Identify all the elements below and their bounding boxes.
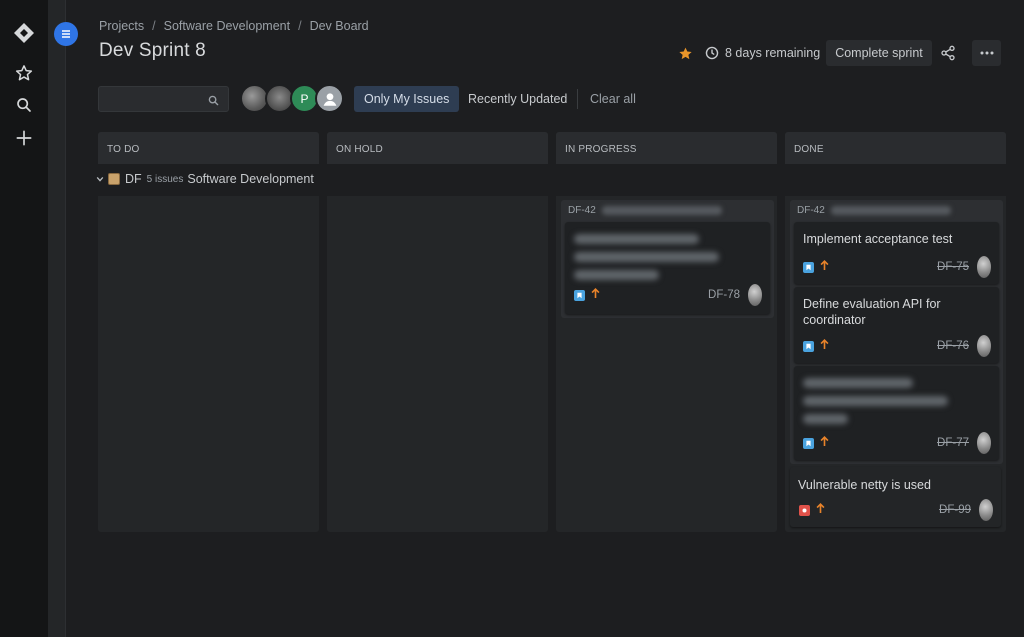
search-icon[interactable] bbox=[8, 89, 40, 121]
sidebar-collapsed bbox=[48, 0, 66, 637]
global-nav bbox=[0, 0, 48, 637]
swimlane-row bbox=[556, 164, 777, 196]
clock-icon bbox=[705, 45, 721, 61]
favorite-star-icon[interactable] bbox=[676, 44, 694, 62]
story-icon bbox=[803, 340, 814, 352]
page-title: Dev Sprint 8 bbox=[99, 40, 206, 61]
issue-key[interactable]: DF-77 bbox=[937, 437, 969, 449]
issue-summary-redacted bbox=[803, 375, 989, 432]
project-icon bbox=[108, 173, 120, 185]
priority-high-icon bbox=[591, 288, 600, 302]
avatar[interactable] bbox=[315, 84, 344, 113]
parent-issue-key: DF-42 bbox=[568, 205, 596, 216]
column-header-on-hold: ON HOLD bbox=[327, 132, 548, 164]
menu-icon[interactable] bbox=[54, 22, 78, 46]
priority-high-icon bbox=[820, 436, 829, 450]
breadcrumb-project[interactable]: Software Development bbox=[164, 19, 290, 33]
issue-card[interactable]: DF-78 bbox=[565, 222, 770, 314]
more-options-button[interactable] bbox=[972, 40, 1001, 66]
filter-recently-updated[interactable]: Recently Updated bbox=[458, 86, 577, 112]
assignee-avatar[interactable] bbox=[979, 499, 993, 521]
story-icon bbox=[803, 437, 814, 449]
column-header-todo: TO DO bbox=[98, 132, 319, 164]
priority-high-icon bbox=[820, 260, 829, 274]
issue-key[interactable]: DF-99 bbox=[939, 504, 971, 516]
parent-issue-summary-redacted bbox=[601, 206, 722, 215]
star-icon[interactable] bbox=[8, 57, 40, 89]
priority-high-icon bbox=[816, 503, 825, 517]
sprint-actions: 8 days remaining Complete sprint bbox=[676, 40, 932, 66]
assignee-avatars: P bbox=[240, 84, 344, 114]
complete-sprint-button[interactable]: Complete sprint bbox=[826, 40, 932, 66]
issue-key[interactable]: DF-75 bbox=[937, 261, 969, 273]
issue-card[interactable]: DF-77 bbox=[794, 366, 999, 460]
story-icon bbox=[574, 289, 585, 301]
chevron-down-icon[interactable] bbox=[96, 175, 106, 186]
card-footer: DF-99 bbox=[799, 499, 993, 521]
column-header-in-progress: IN PROGRESS bbox=[556, 132, 777, 164]
parent-issue-group: DF-42 DF-78 bbox=[561, 200, 774, 318]
breadcrumb-separator: / bbox=[152, 19, 156, 33]
issue-summary: Implement acceptance test bbox=[803, 232, 953, 246]
swimlane-row bbox=[327, 164, 548, 196]
parent-issue-key: DF-42 bbox=[797, 205, 825, 216]
issue-summary: Vulnerable netty is used bbox=[798, 478, 931, 492]
assignee-avatar[interactable] bbox=[977, 432, 991, 454]
issue-card[interactable]: Implement acceptance test DF-75 bbox=[794, 222, 999, 284]
card-footer: DF-77 bbox=[803, 432, 991, 454]
swimlane-issue-count: 5 issues bbox=[146, 173, 184, 185]
plus-icon[interactable] bbox=[8, 122, 40, 154]
issue-summary: Define evaluation API for coordinator bbox=[803, 297, 941, 327]
parent-issue-header[interactable]: DF-42 bbox=[797, 205, 951, 216]
filter-only-my-issues[interactable]: Only My Issues bbox=[354, 86, 460, 112]
issue-key[interactable]: DF-76 bbox=[937, 340, 969, 352]
swimlane-key: DF bbox=[125, 172, 142, 186]
search-icon bbox=[208, 93, 220, 106]
issue-summary-redacted bbox=[574, 231, 760, 288]
issue-card[interactable]: Define evaluation API for coordinator DF… bbox=[794, 287, 999, 363]
column-header-done: DONE bbox=[785, 132, 1006, 164]
issue-card[interactable]: Vulnerable netty is used DF-99 bbox=[790, 467, 1001, 527]
parent-issue-group: DF-42 Implement acceptance test DF-75 De… bbox=[790, 200, 1003, 464]
share-icon[interactable] bbox=[936, 40, 960, 66]
parent-issue-header[interactable]: DF-42 bbox=[568, 205, 722, 216]
filter-divider bbox=[577, 89, 578, 109]
assignee-avatar[interactable] bbox=[748, 284, 762, 306]
breadcrumb-projects[interactable]: Projects bbox=[99, 19, 144, 33]
story-icon bbox=[803, 261, 814, 273]
priority-high-icon bbox=[820, 339, 829, 353]
card-footer: DF-76 bbox=[803, 335, 991, 357]
search-field[interactable] bbox=[98, 86, 229, 112]
issue-key[interactable]: DF-78 bbox=[708, 289, 740, 301]
parent-issue-summary-redacted bbox=[830, 206, 951, 215]
breadcrumb-board[interactable]: Dev Board bbox=[310, 19, 369, 33]
assignee-avatar[interactable] bbox=[977, 256, 991, 278]
breadcrumb: Projects / Software Development / Dev Bo… bbox=[99, 19, 369, 33]
days-remaining: 8 days remaining bbox=[725, 46, 821, 60]
card-footer: DF-75 bbox=[803, 256, 991, 278]
swimlane-header[interactable]: DF 5 issues Software Development bbox=[96, 172, 314, 186]
swimlane-project-name: Software Development bbox=[187, 172, 314, 186]
breadcrumb-separator: / bbox=[298, 19, 302, 33]
bug-icon bbox=[799, 504, 810, 516]
card-footer: DF-78 bbox=[574, 284, 762, 306]
jira-logo-icon[interactable] bbox=[8, 17, 40, 49]
clear-all-filters[interactable]: Clear all bbox=[580, 86, 646, 112]
assignee-avatar[interactable] bbox=[977, 335, 991, 357]
swimlane-row bbox=[785, 164, 1006, 196]
